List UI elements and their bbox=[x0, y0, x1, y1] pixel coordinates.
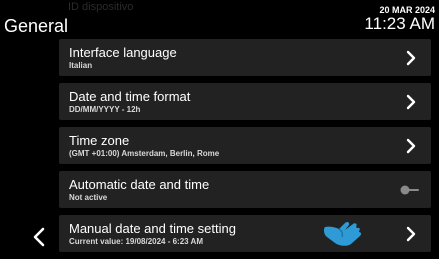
chevron-right-icon bbox=[406, 94, 416, 110]
ghost-header-text: ID dispositivo bbox=[68, 1, 134, 13]
setting-row-manual-date-time[interactable]: Manual date and time setting Current val… bbox=[59, 215, 431, 252]
setting-label: Interface language bbox=[69, 45, 177, 60]
setting-label: Manual date and time setting bbox=[69, 221, 236, 236]
page-title: General bbox=[4, 16, 69, 36]
pointing-hand-icon bbox=[323, 221, 362, 246]
toggle-off-icon[interactable] bbox=[399, 184, 419, 196]
setting-value: DD/MM/YYYY - 12h bbox=[69, 105, 141, 114]
setting-value: Current value: 19/08/2024 - 6:23 AM bbox=[69, 237, 203, 246]
setting-label: Automatic date and time bbox=[69, 177, 210, 192]
chevron-right-icon bbox=[406, 50, 416, 66]
chevron-left-icon bbox=[33, 227, 45, 247]
chevron-right-icon bbox=[406, 138, 416, 154]
setting-label: Time zone bbox=[69, 133, 130, 148]
setting-row-interface-language[interactable]: Interface language Italian bbox=[59, 39, 431, 76]
back-button[interactable] bbox=[30, 226, 48, 248]
current-time: 11:23 AM bbox=[364, 14, 435, 33]
setting-row-date-time-format[interactable]: Date and time format DD/MM/YYYY - 12h bbox=[59, 83, 431, 120]
setting-value: Italian bbox=[69, 61, 93, 70]
setting-label: Date and time format bbox=[69, 89, 191, 104]
setting-row-time-zone[interactable]: Time zone (GMT +01:00) Amsterdam, Berlin… bbox=[59, 127, 431, 164]
setting-row-automatic-date-time[interactable]: Automatic date and time Not active bbox=[59, 171, 431, 208]
chevron-right-icon bbox=[406, 226, 416, 242]
setting-value: (GMT +01:00) Amsterdam, Berlin, Rome bbox=[69, 149, 220, 158]
setting-value: Not active bbox=[69, 193, 108, 202]
